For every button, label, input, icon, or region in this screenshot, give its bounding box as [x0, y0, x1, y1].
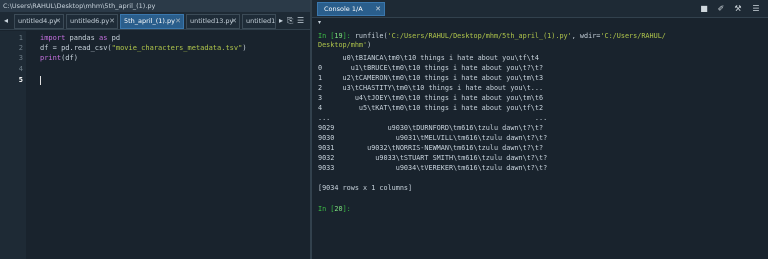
output-line: 1 u2\tCAMERON\tm0\t10 things i hate abou…: [318, 74, 544, 82]
line-number: 3: [18, 54, 23, 62]
keyword: import: [40, 34, 66, 42]
close-icon[interactable]: ✕: [175, 15, 181, 28]
tab-label: untitled14: [246, 17, 276, 25]
output-line: 9029 u9030\tDURNFORD\tm616\tzulu dawn\t?…: [318, 124, 544, 132]
console-input-continuation: Desktop/mhm'): [318, 41, 371, 49]
current-line-number: 5: [18, 76, 23, 84]
prompt-label: In [: [318, 32, 335, 40]
tab-untitled14[interactable]: untitled14: [242, 14, 276, 29]
code-text: ): [242, 44, 247, 52]
close-icon[interactable]: ✕: [231, 15, 237, 28]
stop-icon[interactable]: ■: [698, 3, 710, 15]
close-icon[interactable]: ✕: [55, 15, 61, 28]
string-literal: 'C:/Users/RAHUL/: [600, 32, 666, 40]
console-pane: Console 1/A ✕ ■ ✐ ⚒ ☰ ▾ In [19]: runfile(…: [312, 0, 768, 259]
line-number: 2: [18, 44, 23, 52]
output-line: 9033 u9034\tVEREKER\tm616\tzulu dawn\t?\…: [318, 164, 548, 172]
output-line: u0\tBIANCA\tm0\t10 things i hate about y…: [318, 54, 539, 62]
code-editor[interactable]: 1 2 3 4 5 import pandas as pd df = pd.re…: [0, 31, 310, 259]
output-line: 9031 u9032\tNORRIS-NEWMAN\tm616\tzulu da…: [318, 144, 544, 152]
output-line: 4 u5\tKAT\tm0\t10 things i hate about yo…: [318, 104, 544, 112]
output-summary: [9034 rows x 1 columns]: [318, 184, 413, 192]
prompt-number: 19: [334, 32, 343, 40]
code-text: pd: [107, 34, 121, 42]
code-line-1: import pandas as pd: [40, 34, 120, 42]
command-text: ): [367, 41, 372, 49]
string-literal: 'C:/Users/RAHUL/Desktop/mhm/5th_april_(1…: [387, 32, 572, 40]
console-tab-bar: Console 1/A ✕ ■ ✐ ⚒ ☰: [312, 0, 768, 18]
prompt-label: ]:: [342, 205, 355, 213]
code-line-3: print(df): [40, 54, 78, 62]
code-text: (df): [61, 54, 78, 62]
file-path-bar: C:\Users\RAHUL\Desktop\mhm\5th_april_(1)…: [0, 0, 310, 12]
tab-untitled6[interactable]: untitled6.py ✕: [66, 14, 118, 29]
tools-icon[interactable]: ⚒: [732, 3, 744, 15]
string-literal: Desktop/mhm': [318, 41, 368, 49]
close-icon[interactable]: ✕: [109, 15, 115, 28]
options-menu-icon[interactable]: ☰: [297, 14, 304, 28]
tab-label: untitled13.py: [190, 17, 234, 25]
tab-console[interactable]: Console 1/A ✕: [317, 2, 385, 16]
code-text: pandas: [65, 34, 100, 42]
scroll-indicator: ▾: [318, 19, 322, 26]
options-menu-icon[interactable]: ☰: [750, 3, 762, 15]
ipython-console[interactable]: ▾ In [19]: runfile('C:/Users/RAHUL/Deskt…: [312, 19, 768, 259]
prompt-label: In [: [318, 205, 335, 213]
output-line: 0 u1\tBRUCE\tm0\t10 things i hate about …: [318, 64, 544, 72]
line-number: 1: [18, 34, 23, 42]
line-number-gutter: 1 2 3 4 5: [0, 31, 26, 259]
output-line: 9030 u9031\tMELVILL\tm616\tzulu dawn\t?\…: [318, 134, 548, 142]
tab-label: untitled6.py: [70, 17, 110, 25]
output-line: 9032 u9033\tSTUART SMITH\tm616\tzulu daw…: [318, 154, 548, 162]
text-cursor: [40, 76, 41, 85]
command-text: runfile(: [354, 32, 388, 40]
editor-pane: C:\Users\RAHUL\Desktop\mhm\5th_april_(1)…: [0, 0, 310, 259]
browse-tabs-icon[interactable]: ⎘: [287, 14, 293, 28]
editor-tab-bar: ◂ untitled4.py ✕ untitled6.py ✕ 5th_april_…: [0, 12, 310, 30]
tab-label: untitled4.py: [18, 17, 58, 25]
tab-untitled4[interactable]: untitled4.py ✕: [14, 14, 64, 29]
console-tab-label: Console 1/A: [324, 5, 363, 13]
tab-untitled13[interactable]: untitled13.py ✕: [186, 14, 240, 29]
tab-scroll-right-icon[interactable]: ▸: [279, 14, 283, 28]
tab-label: 5th_april_(1).py: [124, 17, 175, 25]
line-number: 4: [18, 65, 23, 73]
tab-5th-april[interactable]: 5th_april_(1).py ✕: [120, 14, 184, 29]
code-text: df = pd.read_csv(: [40, 44, 112, 52]
output-line: 2 u3\tCHASTITY\tm0\t10 things i hate abo…: [318, 84, 544, 92]
output-line: 3 u4\tJOEY\tm0\t10 things i hate about y…: [318, 94, 544, 102]
tab-scroll-left-icon[interactable]: ◂: [1, 14, 11, 28]
builtin-function: print: [40, 54, 62, 62]
close-icon[interactable]: ✕: [375, 3, 381, 15]
string-literal: "movie_characters_metadata.tsv": [111, 44, 243, 52]
code-line-2: df = pd.read_csv("movie_characters_metad…: [40, 44, 247, 52]
console-prompt-line[interactable]: In [20]:: [318, 205, 355, 213]
eraser-icon[interactable]: ✐: [715, 3, 727, 15]
prompt-label: ]:: [342, 32, 355, 40]
command-text: , wdir=: [571, 32, 601, 40]
prompt-number: 20: [334, 205, 343, 213]
console-input-line: In [19]: runfile('C:/Users/RAHUL/Desktop…: [318, 32, 666, 40]
output-line: ... ...: [318, 114, 548, 122]
